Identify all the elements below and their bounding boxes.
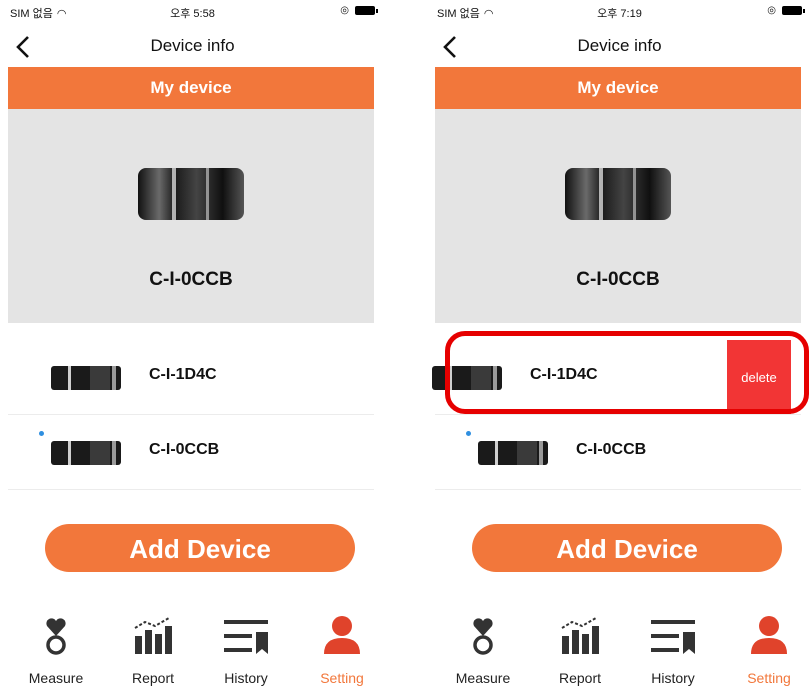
list-bookmark-icon — [224, 620, 268, 654]
device-list: C-I-1D4C delete C-I-0CCB — [432, 340, 801, 490]
orientation-lock-icon: ◎ — [340, 5, 349, 16]
device-row[interactable]: C-I-0CCB — [435, 415, 801, 490]
tab-label: History — [651, 670, 695, 686]
battery-icon — [355, 6, 378, 15]
bar-chart-icon — [561, 617, 599, 654]
tab-label: Setting — [747, 670, 791, 686]
tab-setting[interactable]: Setting — [729, 600, 809, 686]
device-info-screen-2: SIM 없음 ◠ 오후 7:19 ◎ Device info My device … — [427, 0, 809, 688]
tab-measure[interactable]: Measure — [16, 600, 96, 686]
tab-bar: Measure Report History Setting — [0, 600, 385, 688]
tab-label: Measure — [28, 670, 84, 686]
person-icon — [324, 616, 360, 654]
ring-device-icon — [138, 168, 244, 220]
tab-label: Measure — [455, 670, 511, 686]
device-name: C-I-1D4C — [530, 366, 598, 383]
current-device-panel: C-I-0CCB — [8, 109, 374, 323]
orientation-lock-icon: ◎ — [767, 5, 776, 16]
tab-label: Setting — [320, 670, 364, 686]
connected-dot — [466, 431, 471, 436]
status-bar: SIM 없음 ◠ 오후 7:19 ◎ — [427, 0, 809, 24]
connected-dot — [39, 431, 44, 436]
status-bar: SIM 없음 ◠ 오후 5:58 ◎ — [0, 0, 385, 24]
page-title: Device info — [150, 36, 235, 55]
device-row[interactable]: C-I-0CCB — [8, 415, 374, 490]
tab-bar: Measure Report History Setting — [427, 600, 809, 688]
device-name: C-I-0CCB — [576, 441, 647, 458]
heart-ring-icon — [473, 618, 493, 655]
list-bookmark-icon — [651, 620, 695, 654]
tab-history[interactable]: History — [633, 600, 713, 686]
tab-measure[interactable]: Measure — [443, 600, 523, 686]
ring-device-icon — [478, 441, 548, 465]
ring-device-icon — [565, 168, 671, 220]
device-name: C-I-1D4C — [149, 366, 217, 383]
tab-label: Report — [558, 670, 602, 686]
person-icon — [751, 616, 787, 654]
device-row-swiped[interactable]: C-I-1D4C delete — [432, 340, 801, 415]
ring-device-icon — [51, 441, 121, 465]
bar-chart-icon — [134, 617, 172, 654]
page-title: Device info — [577, 36, 662, 55]
current-device-name: C-I-0CCB — [149, 269, 233, 290]
tab-label: History — [224, 670, 268, 686]
status-time: 오후 7:19 — [597, 8, 642, 20]
device-row[interactable]: C-I-1D4C — [8, 340, 374, 415]
current-device-name: C-I-0CCB — [576, 269, 660, 290]
tab-history[interactable]: History — [206, 600, 286, 686]
nav-bar: Device info — [0, 28, 385, 66]
tab-report[interactable]: Report — [113, 600, 193, 686]
status-time: 오후 5:58 — [170, 8, 215, 20]
device-name: C-I-0CCB — [149, 441, 220, 458]
my-device-header: My device — [8, 67, 374, 109]
my-device-header: My device — [435, 67, 801, 109]
add-device-button[interactable]: Add Device — [472, 524, 782, 572]
add-device-button[interactable]: Add Device — [45, 524, 355, 572]
ring-device-icon — [432, 366, 502, 390]
delete-button[interactable]: delete — [727, 340, 791, 414]
device-list: C-I-1D4C C-I-0CCB — [8, 340, 374, 490]
tab-setting[interactable]: Setting — [302, 600, 382, 686]
battery-icon — [782, 6, 805, 15]
device-info-screen-1: SIM 없음 ◠ 오후 5:58 ◎ Device info My device … — [0, 0, 385, 688]
nav-bar: Device info — [427, 28, 809, 66]
heart-ring-icon — [46, 618, 66, 655]
ring-device-icon — [51, 366, 121, 390]
tab-report[interactable]: Report — [540, 600, 620, 686]
tab-label: Report — [131, 670, 175, 686]
current-device-panel: C-I-0CCB — [435, 109, 801, 323]
